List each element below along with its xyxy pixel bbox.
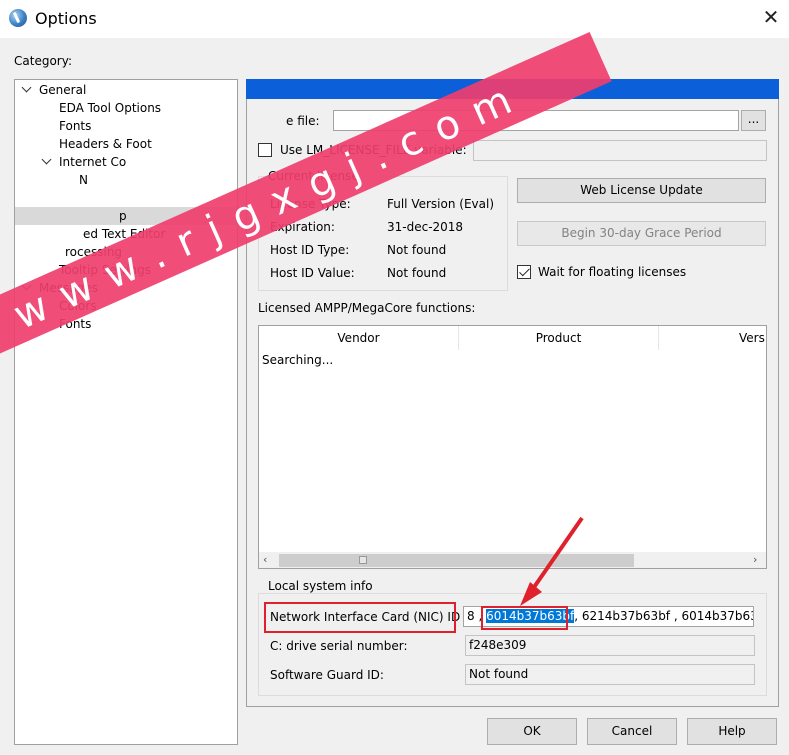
wait-floating-checkbox[interactable] [517, 265, 531, 279]
host-id-value-label: Host ID Value: [270, 266, 355, 280]
lm-license-checkbox[interactable] [258, 143, 272, 157]
expiration-label: Expiration: [270, 220, 335, 234]
panel-header-bar [246, 79, 779, 99]
cancel-button[interactable]: Cancel [587, 718, 677, 745]
tree-item-colors[interactable]: Colors [59, 297, 97, 315]
nic-label-highlight [264, 602, 456, 633]
chevron-down-icon[interactable] [22, 84, 32, 94]
software-guard-label: Software Guard ID: [270, 668, 384, 682]
wait-floating-label: Wait for floating licenses [538, 265, 687, 279]
tree-item-processing[interactable]: rocessing [65, 243, 122, 261]
lm-license-input[interactable] [473, 140, 767, 161]
scroll-grip-icon [359, 556, 367, 564]
nic-rest: , 6214b37b63bf , 6014b37b63bf [574, 609, 754, 623]
column-header-version[interactable]: Versi [659, 326, 766, 350]
ok-button[interactable]: OK [487, 718, 577, 745]
tree-item-general[interactable]: General [39, 81, 86, 99]
chevron-down-icon[interactable] [42, 156, 52, 166]
tree-item-messages[interactable]: Messages [39, 279, 98, 297]
scroll-right-icon[interactable]: › [753, 554, 763, 565]
functions-table[interactable]: Vendor Product Versi Searching... ‹ › [258, 325, 767, 569]
app-icon [9, 9, 27, 27]
scrollbar-thumb[interactable] [279, 554, 634, 567]
tree-item-internet-connectivity[interactable]: Internet Co [59, 153, 126, 171]
tree-item-eda-tool-options[interactable]: EDA Tool Options [59, 99, 161, 117]
lm-license-label: Use LM_LICENSE_FILE variable: [280, 143, 467, 157]
category-label: Category: [14, 54, 72, 68]
license-file-input[interactable] [333, 110, 739, 131]
nic-value-highlight [481, 606, 568, 630]
chevron-down-icon[interactable] [22, 282, 32, 292]
tree-item-network[interactable]: N [79, 171, 88, 189]
browse-button[interactable]: ... [741, 110, 766, 131]
horizontal-scrollbar[interactable]: ‹ › [259, 552, 766, 568]
license-file-label: e file: [286, 114, 320, 128]
tree-item-tooltip-settings[interactable]: Tooltip Settings [59, 261, 151, 279]
column-header-product[interactable]: Product [459, 326, 659, 350]
searching-status: Searching... [262, 353, 334, 367]
tree-item-message-fonts[interactable]: Fonts [59, 315, 91, 333]
current-license-title: Current license [265, 169, 362, 183]
title-bar: Options ✕ [0, 0, 789, 38]
grace-period-button[interactable]: Begin 30-day Grace Period [517, 221, 766, 246]
drive-serial-label: C: drive serial number: [270, 639, 408, 653]
scroll-left-icon[interactable]: ‹ [263, 554, 273, 565]
nic-prefix: 8 , [467, 609, 483, 623]
tree-item-headers-footers[interactable]: Headers & Foot [59, 135, 152, 153]
license-type-value: Full Version (Eval) [387, 197, 495, 211]
host-id-value-value: Not found [387, 266, 447, 280]
web-license-update-button[interactable]: Web License Update [517, 178, 766, 203]
software-guard-field[interactable]: Not found [465, 664, 755, 685]
column-header-vendor[interactable]: Vendor [259, 326, 459, 350]
close-icon[interactable]: ✕ [761, 7, 781, 27]
host-id-type-value: Not found [387, 243, 447, 257]
host-id-type-label: Host ID Type: [270, 243, 350, 257]
drive-serial-field[interactable]: f248e309 [465, 635, 755, 656]
expiration-value: 31-dec-2018 [387, 220, 464, 234]
license-type-label: License Type: [270, 197, 351, 211]
tree-item-fonts[interactable]: Fonts [59, 117, 91, 135]
help-button[interactable]: Help [687, 718, 777, 745]
functions-label: Licensed AMPP/MegaCore functions: [258, 301, 476, 315]
local-system-info-title: Local system info [265, 579, 376, 593]
tree-item-license-setup[interactable]: p [15, 207, 237, 225]
window-title: Options [35, 9, 97, 28]
category-tree[interactable]: General EDA Tool Options Fonts Headers &… [14, 79, 238, 745]
tree-item-preferred-text-editor[interactable]: ed Text Editor [83, 225, 165, 243]
